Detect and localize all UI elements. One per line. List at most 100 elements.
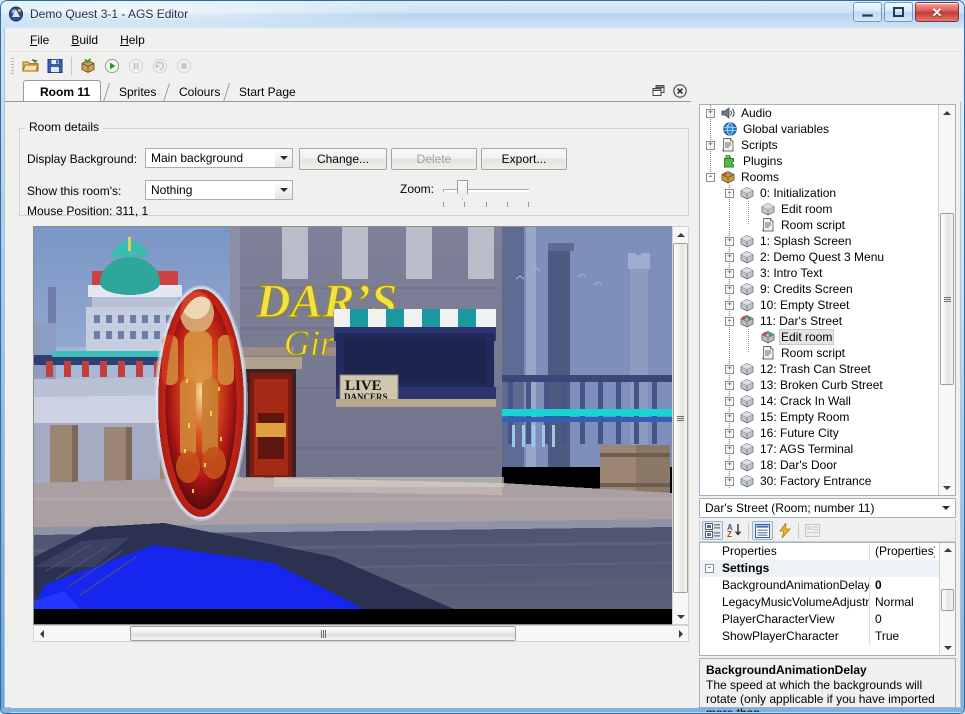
property-row[interactable]: BackgroundAnimationDelay0 — [700, 577, 955, 594]
open-folder-icon[interactable] — [20, 55, 42, 77]
tree-item-global-variables[interactable]: Global variables — [700, 121, 936, 137]
canvas-horizontal-scrollbar[interactable] — [33, 625, 689, 642]
tree-item-scripts[interactable]: +Scripts — [700, 137, 936, 153]
property-pages-icon[interactable] — [802, 521, 823, 540]
title-bar[interactable]: Demo Quest 3-1 - AGS Editor ✕ — [0, 0, 965, 28]
chevron-down-icon[interactable] — [275, 149, 292, 167]
events-lightning-icon[interactable] — [774, 521, 795, 540]
tab-actions — [651, 83, 688, 99]
prop-scroll-up-button[interactable] — [940, 543, 955, 557]
tree-item-2-demo-quest-3-menu[interactable]: +2: Demo Quest 3 Menu — [700, 249, 936, 265]
tree-item-audio[interactable]: +Audio — [700, 105, 936, 121]
property-object-selector[interactable]: Dar's Street (Room; number 11) — [699, 498, 956, 518]
delete-button-label: Delete — [417, 152, 452, 166]
close-button[interactable]: ✕ — [915, 2, 959, 22]
alphabetical-sort-icon[interactable]: A Z — [724, 521, 745, 540]
tree-item-11-dar-s-street[interactable]: -11: Dar's Street — [700, 313, 936, 329]
canvas-vscroll-thumb[interactable] — [673, 243, 688, 593]
tree-vscroll-thumb[interactable] — [940, 213, 954, 385]
tree-item-12-trash-can-street[interactable]: +12: Trash Can Street — [700, 361, 936, 377]
properties-page-icon[interactable] — [752, 521, 773, 540]
tree-item-room-script[interactable]: Room script — [700, 217, 936, 233]
tree-item-30-factory-entrance[interactable]: +30: Factory Entrance — [700, 473, 936, 489]
tree-item-16-future-city[interactable]: +16: Future City — [700, 425, 936, 441]
property-value[interactable]: 0 — [870, 577, 935, 594]
tree-item-edit-room[interactable]: Edit room — [700, 201, 936, 217]
property-row[interactable]: -Settings — [700, 560, 955, 577]
property-value[interactable]: 0 — [870, 611, 935, 628]
step-icon[interactable] — [149, 55, 171, 77]
tree-item-plugins[interactable]: Plugins — [700, 153, 936, 169]
tree-item-1-splash-screen[interactable]: +1: Splash Screen — [700, 233, 936, 249]
property-row[interactable]: LegacyMusicVolumeAdjustmentNormal — [700, 594, 955, 611]
chevron-down-icon[interactable] — [275, 181, 292, 199]
room-icon — [739, 185, 755, 201]
tree-vertical-scrollbar[interactable] — [938, 105, 955, 495]
tree-item-9-credits-screen[interactable]: +9: Credits Screen — [700, 281, 936, 297]
tree-item-rooms[interactable]: -Rooms — [700, 169, 936, 185]
close-tab-icon[interactable] — [672, 83, 688, 99]
property-value[interactable]: True — [870, 628, 935, 645]
menu-help[interactable]: Help — [109, 30, 156, 50]
menu-file[interactable]: File — [19, 30, 60, 50]
project-tree[interactable]: +AudioGlobal variables+ScriptsPlugins-Ro… — [699, 104, 956, 496]
build-package-icon[interactable] — [77, 55, 99, 77]
export-button[interactable]: Export... — [481, 148, 567, 170]
scroll-right-button[interactable] — [673, 626, 688, 641]
tree-item-13-broken-curb-street[interactable]: +13: Broken Curb Street — [700, 377, 936, 393]
toolbar-grip[interactable] — [11, 58, 14, 75]
change-button[interactable]: Change... — [299, 148, 387, 170]
tree-item-room-script[interactable]: Room script — [700, 345, 936, 361]
property-value[interactable]: (Properties) — [870, 543, 935, 560]
tab-colours[interactable]: Colours — [163, 82, 231, 102]
room-active-icon — [739, 313, 755, 329]
property-grid-rows: Properties(Properties)-SettingsBackgroun… — [700, 543, 955, 645]
property-row[interactable]: Properties(Properties) — [700, 543, 955, 560]
canvas-vertical-scrollbar[interactable] — [672, 226, 689, 625]
scroll-left-button[interactable] — [34, 626, 49, 641]
tree-item-15-empty-room[interactable]: +15: Empty Room — [700, 409, 936, 425]
collapse-icon[interactable]: - — [705, 564, 714, 573]
zoom-slider-track[interactable] — [443, 189, 529, 192]
tree-item-0-initialization[interactable]: -0: Initialization — [700, 185, 936, 201]
tree-item-18-dar-s-door[interactable]: +18: Dar's Door — [700, 457, 936, 473]
canvas-hscroll-thumb[interactable] — [130, 626, 516, 641]
maximize-button[interactable] — [884, 2, 913, 22]
tree-item-17-ags-terminal[interactable]: +17: AGS Terminal — [700, 441, 936, 457]
minimize-button[interactable] — [853, 2, 882, 22]
pause-icon[interactable] — [125, 55, 147, 77]
save-disk-icon[interactable] — [44, 55, 66, 77]
tree-item-label: 2: Demo Quest 3 Menu — [758, 250, 886, 264]
categorized-view-icon[interactable] — [702, 521, 723, 540]
prop-vscroll-thumb[interactable] — [941, 589, 954, 611]
menu-build[interactable]: Build — [60, 30, 109, 50]
scroll-down-button[interactable] — [673, 609, 688, 624]
room-background-preview[interactable]: DAR’S Girls — [33, 226, 689, 625]
room-icon — [739, 265, 755, 281]
property-row[interactable]: PlayerCharacterView0 — [700, 611, 955, 628]
prop-scroll-down-button[interactable] — [940, 641, 955, 655]
tab-room-11[interactable]: Room 11 — [23, 80, 101, 102]
property-row[interactable]: ShowPlayerCharacterTrue — [700, 628, 955, 645]
stop-icon[interactable] — [173, 55, 195, 77]
zoom-label: Zoom: — [400, 182, 434, 196]
tree-item-10-empty-street[interactable]: +10: Empty Street — [700, 297, 936, 313]
chevron-down-icon[interactable] — [937, 500, 954, 516]
room-editor-pane: Room details Display Background: Main ba… — [11, 104, 697, 708]
property-grid[interactable]: Properties(Properties)-SettingsBackgroun… — [699, 542, 956, 656]
property-vertical-scrollbar[interactable] — [939, 543, 955, 655]
tree-item-edit-room[interactable]: Edit room — [700, 329, 936, 345]
display-background-combo[interactable]: Main background — [145, 148, 293, 168]
tab-start-page[interactable]: Start Page — [223, 82, 311, 102]
delete-button[interactable]: Delete — [391, 148, 477, 170]
zoom-tick — [464, 202, 465, 207]
scroll-up-button[interactable] — [673, 227, 688, 242]
tree-scroll-up-button[interactable] — [939, 105, 955, 120]
property-value[interactable]: Normal — [870, 594, 935, 611]
show-room-combo[interactable]: Nothing — [145, 180, 293, 200]
tree-item-14-crack-in-wall[interactable]: +14: Crack In Wall — [700, 393, 936, 409]
run-play-icon[interactable] — [101, 55, 123, 77]
tree-item-3-intro-text[interactable]: +3: Intro Text — [700, 265, 936, 281]
window-list-icon[interactable] — [651, 83, 667, 99]
tree-scroll-down-button[interactable] — [939, 480, 955, 495]
